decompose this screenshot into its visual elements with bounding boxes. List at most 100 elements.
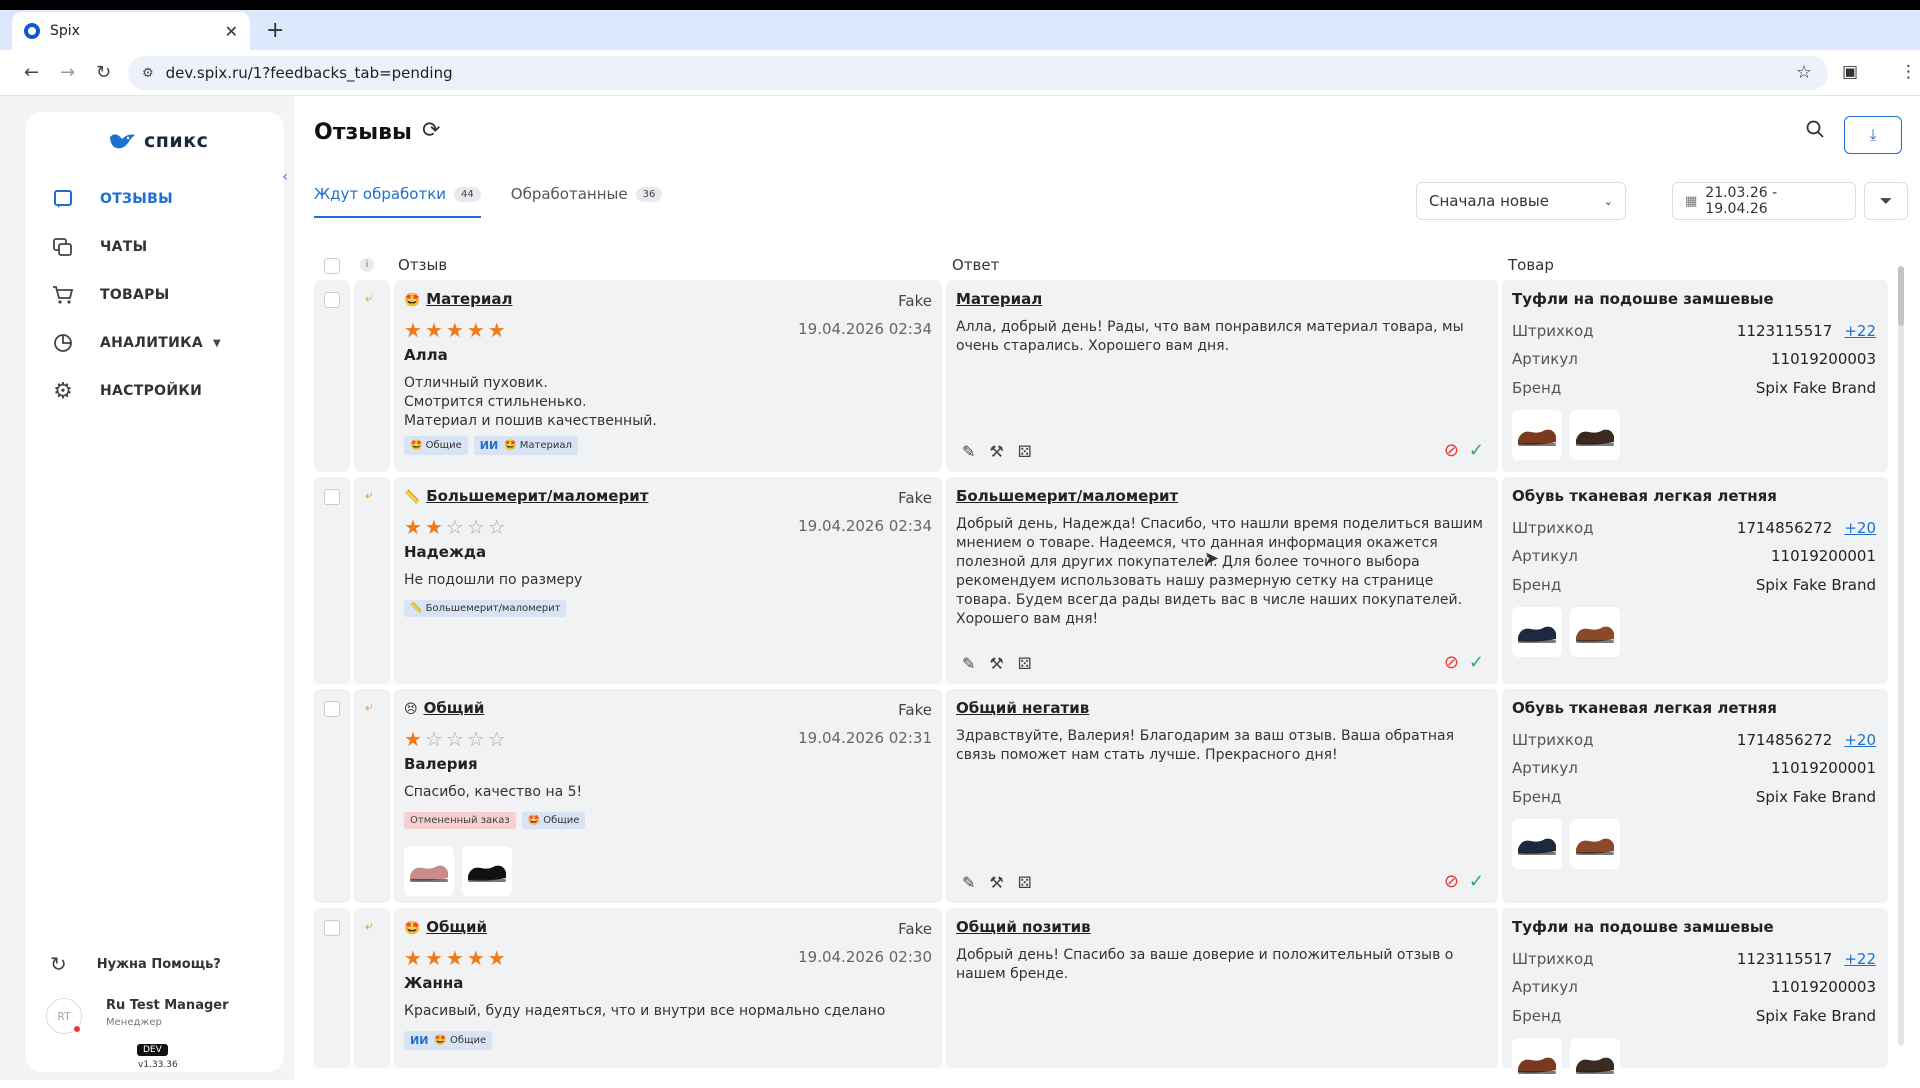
table-scrollbar[interactable] — [1898, 266, 1904, 1046]
filter-funnel-icon: ⏷ — [1879, 191, 1893, 210]
product-photo[interactable] — [1512, 819, 1562, 869]
barcode-more-link[interactable]: +20 — [1844, 731, 1876, 749]
answer-cell[interactable]: Материал Алла, добрый день! Рады, что вам… — [946, 280, 1498, 472]
answer-template-title[interactable]: Общий негатив — [956, 699, 1089, 717]
product-photo[interactable] — [1570, 819, 1620, 869]
forward-icon[interactable]: → — [60, 62, 75, 83]
answer-template-title[interactable]: Большемерит/маломерит — [956, 487, 1178, 505]
dice-icon[interactable]: ⚄ — [1018, 442, 1032, 461]
approve-check-icon[interactable]: ✓ — [1469, 652, 1484, 673]
browser-menu-icon[interactable]: ⋮ — [1900, 62, 1917, 82]
rating-stars: ★★★★★ — [404, 318, 509, 342]
reply-arrow-icon[interactable]: ⤶ — [365, 918, 373, 934]
reject-icon[interactable]: ⊘ — [1444, 652, 1459, 673]
scrollbar-thumb[interactable] — [1898, 266, 1904, 326]
sidebar-item-chats[interactable]: ЧАТЫ — [50, 232, 147, 262]
tab-pending[interactable]: Ждут обработки 44 — [314, 172, 481, 218]
answer-text[interactable]: Добрый день, Надежда! Спасибо, что нашли… — [956, 515, 1486, 629]
favicon-icon — [24, 23, 40, 39]
download-button[interactable]: ⤓ — [1844, 116, 1902, 154]
answer-text[interactable]: Здравствуйте, Валерия! Благодарим за ваш… — [956, 727, 1486, 765]
answer-text[interactable]: Добрый день! Спасибо за ваше доверие и п… — [956, 946, 1486, 984]
row-checkbox[interactable] — [324, 489, 340, 505]
info-icon[interactable]: i — [360, 258, 374, 272]
help-link[interactable]: ↻ Нужна Помощь? — [50, 952, 221, 976]
reply-arrow-icon[interactable]: ⤶ — [365, 487, 373, 503]
edit-pencil-icon[interactable]: ✎ — [962, 654, 975, 673]
approve-check-icon[interactable]: ✓ — [1469, 871, 1484, 892]
bookmark-star-icon[interactable]: ☆ — [1796, 62, 1812, 83]
product-photo[interactable] — [1512, 607, 1562, 657]
sidebar-item-analytics[interactable]: АНАЛИТИКА ▼ — [50, 328, 221, 358]
dice-icon[interactable]: ⚄ — [1018, 654, 1032, 673]
answer-cell[interactable]: Большемерит/маломерит Добрый день, Надежд… — [946, 477, 1498, 684]
browser-tab[interactable]: Spix ✕ — [12, 12, 250, 50]
review-photo[interactable] — [404, 846, 454, 896]
answer-template-title[interactable]: Материал — [956, 290, 1042, 308]
sidebar-item-products[interactable]: ТОВАРЫ — [50, 280, 170, 310]
review-title[interactable]: 🤩 Материал — [404, 290, 512, 308]
review-photo[interactable] — [462, 846, 512, 896]
product-name[interactable]: Туфли на подошве замшевые — [1512, 290, 1774, 308]
logo[interactable]: спикс — [108, 130, 208, 152]
answer-actions: ⊘ ✓ — [1444, 440, 1484, 461]
reject-icon[interactable]: ⊘ — [1444, 871, 1459, 892]
sidebar-item-settings[interactable]: ⚙ НАСТРОЙКИ — [50, 376, 202, 406]
barcode-more-link[interactable]: +20 — [1844, 519, 1876, 537]
sort-select[interactable]: Сначала новые ⌄ — [1416, 182, 1626, 220]
reply-arrow-icon[interactable]: ⤶ — [365, 699, 373, 715]
reply-arrow-icon[interactable]: ⤶ — [365, 290, 373, 306]
edit-pencil-icon[interactable]: ✎ — [962, 873, 975, 892]
rating-stars: ★☆☆☆☆ — [404, 727, 509, 751]
barcode-more-link[interactable]: +22 — [1844, 950, 1876, 968]
back-icon[interactable]: ← — [24, 62, 39, 83]
date-range-picker[interactable]: ▦ 21.03.26 - 19.04.26 — [1672, 182, 1856, 220]
url-field[interactable]: ⚙ dev.spix.ru/1?feedbacks_tab=pending ☆ — [128, 56, 1828, 90]
product-photo[interactable] — [1512, 1038, 1562, 1088]
review-title[interactable]: 😣 Общий — [404, 699, 484, 717]
tab-search-icon[interactable]: ▣ — [1842, 62, 1858, 82]
barcode-more-link[interactable]: +22 — [1844, 322, 1876, 340]
answer-cell[interactable]: Общий позитив Добрый день! Спасибо за ваш… — [946, 908, 1498, 1068]
tag-label: 📏 Большемерит/маломерит — [410, 603, 561, 614]
select-all-checkbox[interactable] — [324, 258, 340, 274]
hammer-icon[interactable]: ⚒ — [989, 873, 1003, 892]
review-source: Fake — [898, 920, 932, 938]
product-photo[interactable] — [1570, 1038, 1620, 1088]
refresh-icon[interactable]: ⟳ — [422, 118, 440, 143]
row-checkbox[interactable] — [324, 292, 340, 308]
product-photo[interactable] — [1570, 410, 1620, 460]
hammer-icon[interactable]: ⚒ — [989, 442, 1003, 461]
answer-cell[interactable]: Общий негатив Здравствуйте, Валерия! Благ… — [946, 689, 1498, 903]
filter-button[interactable]: ⏷ — [1864, 182, 1908, 220]
close-tab-icon[interactable]: ✕ — [225, 22, 238, 41]
new-tab-icon[interactable]: + — [266, 18, 284, 43]
tab-processed[interactable]: Обработанные 36 — [511, 172, 663, 218]
approve-check-icon[interactable]: ✓ — [1469, 440, 1484, 461]
review-title[interactable]: 🤩 Общий — [404, 918, 487, 936]
search-icon[interactable] — [1806, 120, 1824, 143]
product-photo[interactable] — [1570, 607, 1620, 657]
user-profile[interactable]: RT Ru Test Manager Менеджер — [46, 998, 229, 1034]
row-checkbox[interactable] — [324, 920, 340, 936]
reject-icon[interactable]: ⊘ — [1444, 440, 1459, 461]
dice-icon[interactable]: ⚄ — [1018, 873, 1032, 892]
star-icon: ☆ — [445, 727, 467, 751]
review-title[interactable]: 📏 Большемерит/маломерит — [404, 487, 648, 505]
answer-tools: ✎ ⚒ ⚄ — [962, 442, 1046, 461]
site-settings-icon[interactable]: ⚙ — [142, 66, 154, 81]
product-name[interactable]: Обувь тканевая легкая летняя — [1512, 699, 1777, 717]
product-photo[interactable] — [1512, 410, 1562, 460]
review-source: Fake — [898, 489, 932, 507]
answer-template-title[interactable]: Общий позитив — [956, 918, 1091, 936]
collapse-sidebar-icon[interactable]: ‹ — [274, 166, 296, 188]
answer-text[interactable]: Алла, добрый день! Рады, что вам понрави… — [956, 318, 1486, 356]
sidebar-item-reviews[interactable]: ОТЗЫВЫ — [50, 184, 173, 214]
product-name[interactable]: Обувь тканевая легкая летняя — [1512, 487, 1777, 505]
avatar-initials: RT — [57, 1009, 71, 1023]
row-checkbox[interactable] — [324, 701, 340, 717]
edit-pencil-icon[interactable]: ✎ — [962, 442, 975, 461]
hammer-icon[interactable]: ⚒ — [989, 654, 1003, 673]
product-name[interactable]: Туфли на подошве замшевые — [1512, 918, 1774, 936]
reload-icon[interactable]: ↻ — [96, 62, 111, 83]
